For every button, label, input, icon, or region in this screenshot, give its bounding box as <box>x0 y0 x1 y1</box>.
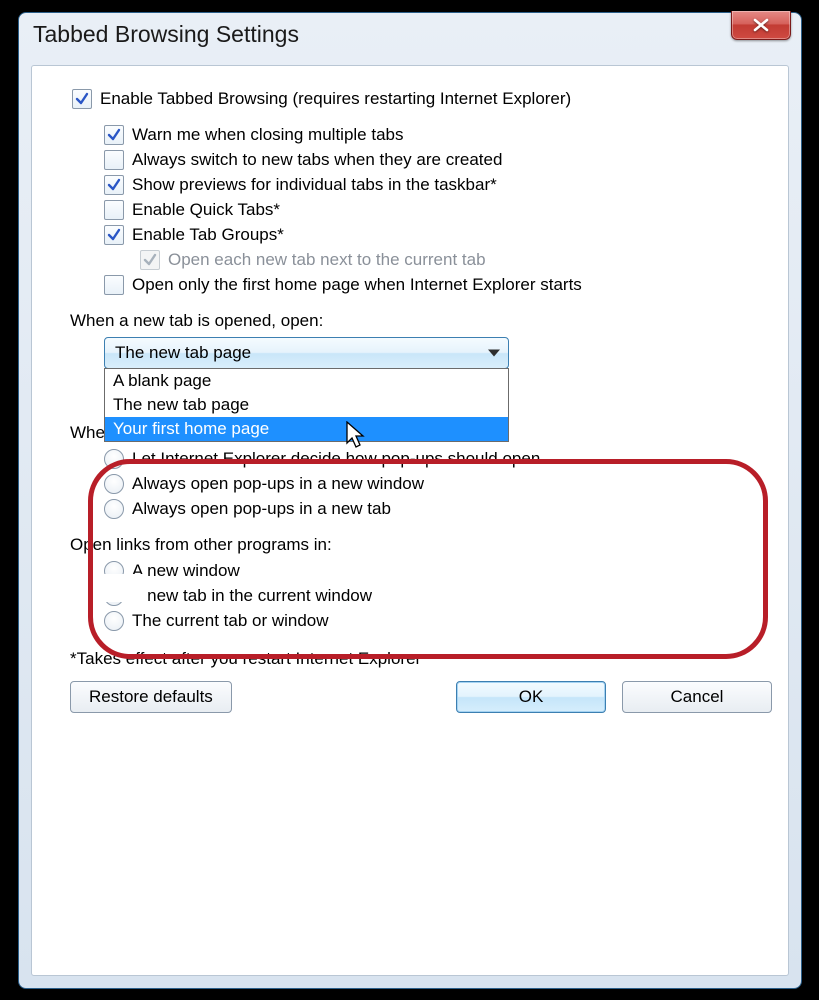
label-first-home: Open only the first home page when Inter… <box>132 275 582 295</box>
label-quick-tabs: Enable Quick Tabs* <box>132 200 280 220</box>
checkbox-show-previews[interactable] <box>104 175 124 195</box>
label-switch-new: Always switch to new tabs when they are … <box>132 150 502 170</box>
dialog-title: Tabbed Browsing Settings <box>33 21 299 48</box>
radio-popups-window[interactable] <box>104 474 124 494</box>
combobox-option-firsthome[interactable]: Your first home page <box>105 417 508 441</box>
decorative-overlap <box>104 574 148 602</box>
label-show-previews: Show previews for individual tabs in the… <box>132 175 497 195</box>
radio-popups-decide[interactable] <box>104 449 124 469</box>
radio-popups-tab[interactable] <box>104 499 124 519</box>
client-area: Enable Tabbed Browsing (requires restart… <box>31 65 789 976</box>
label-links-current: The current tab or window <box>132 611 329 631</box>
cancel-button[interactable]: Cancel <box>622 681 772 713</box>
footnote-restart: *Takes effect after you restart Internet… <box>70 649 772 669</box>
label-warn-close: Warn me when closing multiple tabs <box>132 125 404 145</box>
group-label-links: Open links from other programs in: <box>70 535 772 555</box>
cursor-icon <box>346 421 368 451</box>
label-popups-decide: Let Internet Explorer decide how pop-ups… <box>132 449 540 469</box>
label-popups-window: Always open pop-ups in a new window <box>132 474 424 494</box>
label-links-newtab: A new tab in the current window <box>132 586 372 606</box>
combobox-option-newtab[interactable]: The new tab page <box>105 393 508 417</box>
checkbox-first-home[interactable] <box>104 275 124 295</box>
combobox-newtab-value: The new tab page <box>115 343 251 363</box>
checkbox-tab-groups[interactable] <box>104 225 124 245</box>
chevron-down-icon <box>488 350 500 357</box>
combobox-option-blank[interactable]: A blank page <box>105 369 508 393</box>
restore-defaults-button[interactable]: Restore defaults <box>70 681 232 713</box>
ok-button[interactable]: OK <box>456 681 606 713</box>
label-enable-tabbed: Enable Tabbed Browsing (requires restart… <box>100 89 571 109</box>
close-icon <box>753 18 769 32</box>
checkbox-quick-tabs[interactable] <box>104 200 124 220</box>
radio-links-current[interactable] <box>104 611 124 631</box>
checkbox-switch-new[interactable] <box>104 150 124 170</box>
label-links-window: A new window <box>132 561 240 581</box>
titlebar: Tabbed Browsing Settings <box>19 13 801 55</box>
label-tab-groups: Enable Tab Groups* <box>132 225 284 245</box>
checkbox-warn-close[interactable] <box>104 125 124 145</box>
combobox-newtab[interactable]: The new tab page <box>104 337 509 369</box>
close-button[interactable] <box>731 11 791 40</box>
dialog-window: Tabbed Browsing Settings Enable Tabbed B… <box>18 12 802 989</box>
combobox-newtab-list[interactable]: A blank page The new tab page Your first… <box>104 368 509 442</box>
label-next-to-current: Open each new tab next to the current ta… <box>168 250 486 270</box>
label-popups-tab: Always open pop-ups in a new tab <box>132 499 391 519</box>
checkbox-enable-tabbed[interactable] <box>72 89 92 109</box>
group-label-newtab: When a new tab is opened, open: <box>70 311 772 331</box>
checkbox-next-to-current <box>140 250 160 270</box>
